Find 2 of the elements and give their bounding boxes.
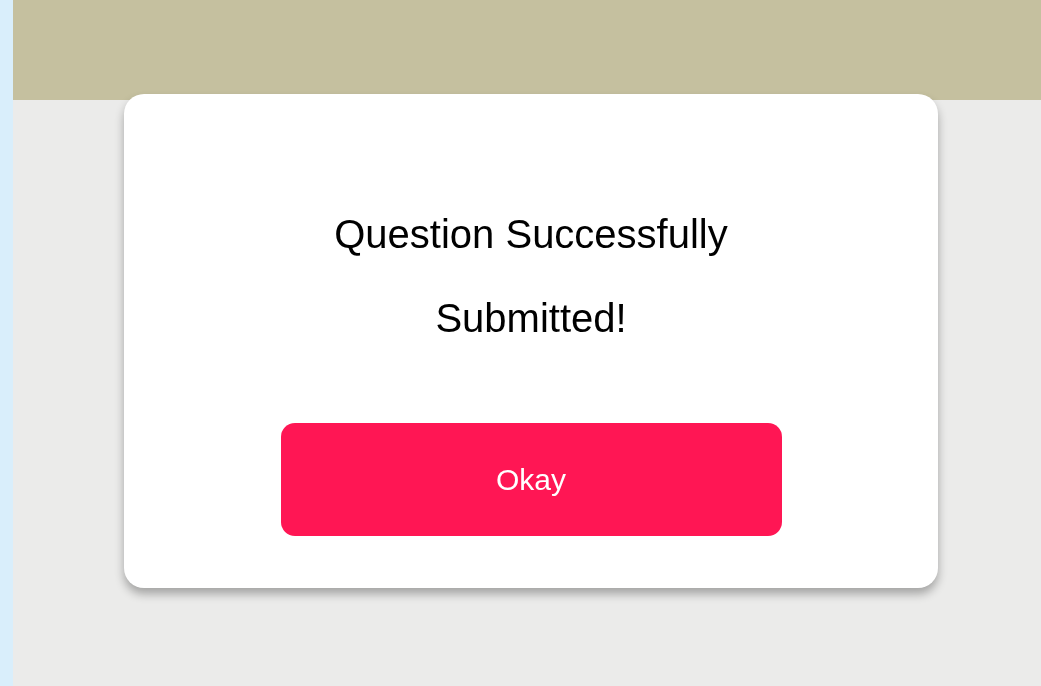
- dialog-message: Question Successfully Submitted!: [333, 211, 729, 342]
- okay-button[interactable]: Okay: [280, 423, 782, 536]
